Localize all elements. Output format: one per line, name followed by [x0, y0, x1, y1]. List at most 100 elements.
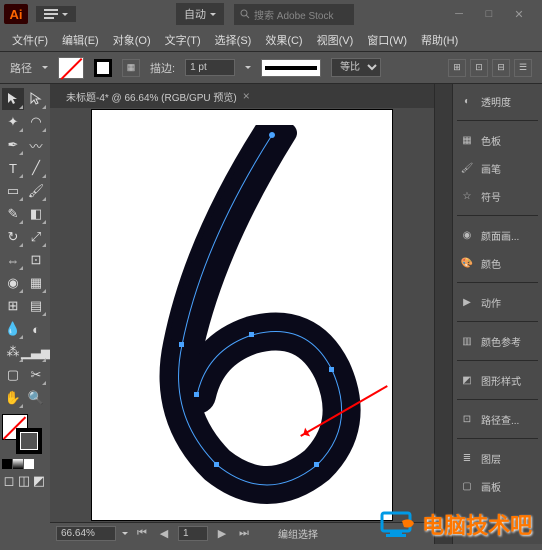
selection-tool[interactable]	[2, 88, 24, 110]
canvas-viewport[interactable]	[50, 108, 434, 522]
transparency-icon: ◐	[459, 93, 475, 109]
mesh-tool[interactable]: ⊞	[2, 295, 24, 317]
stroke-swatch[interactable]	[94, 59, 112, 77]
rectangle-tool[interactable]: ▭	[2, 180, 24, 202]
menu-help[interactable]: 帮助(H)	[415, 30, 464, 50]
menu-window[interactable]: 窗口(W)	[361, 30, 413, 50]
rotate-tool[interactable]: ↻	[2, 226, 24, 248]
titlebar: Ai 自动 搜索 Adobe Stock ─ □ ✕	[0, 0, 542, 28]
pen-tool[interactable]: ✒	[2, 134, 24, 156]
panel-transparency[interactable]: ◐透明度	[457, 90, 538, 112]
document-tab[interactable]: 未标题-4* @ 66.64% (RGB/GPU 预览) ×	[58, 85, 258, 108]
menu-edit[interactable]: 编辑(E)	[56, 30, 105, 50]
zoom-input[interactable]	[56, 526, 116, 541]
panel-symbols[interactable]: ☆符号	[457, 185, 538, 207]
color-black-icon[interactable]	[2, 459, 12, 469]
gradient-tool[interactable]: ▤	[25, 295, 47, 317]
draw-normal-icon[interactable]: ◻	[2, 474, 16, 488]
layers-icon: ≣	[459, 450, 475, 466]
auto-label: 自动	[184, 6, 206, 22]
canvas-area: 未标题-4* @ 66.64% (RGB/GPU 预览) ×	[50, 84, 434, 544]
graph-tool[interactable]: ▁▃▅	[25, 341, 47, 363]
panel-swatches[interactable]: ▦色板	[457, 129, 538, 151]
menu-select[interactable]: 选择(S)	[209, 30, 258, 50]
first-artboard-icon[interactable]: ⏮	[134, 526, 150, 542]
panel-appearance[interactable]: ◉颜面画...	[457, 224, 538, 246]
maximize-button[interactable]: □	[478, 7, 500, 21]
stroke-unit-dropdown[interactable]	[245, 66, 251, 72]
search-stock[interactable]: 搜索 Adobe Stock	[234, 4, 354, 25]
panel-colorguide[interactable]: ▥颜色参考	[457, 330, 538, 352]
eraser-tool[interactable]: ◧	[25, 203, 47, 225]
options-menu-icon[interactable]: ☰	[514, 59, 532, 77]
scale-tool[interactable]: ⤢	[25, 226, 47, 248]
panel-label: 图形样式	[481, 373, 521, 388]
draw-behind-icon[interactable]: ◫	[17, 474, 31, 488]
panel-artboards[interactable]: ▢画板	[457, 475, 538, 497]
direct-selection-tool[interactable]	[25, 88, 47, 110]
blend-tool[interactable]: ◐	[25, 318, 47, 340]
stroke-profile-preview[interactable]	[261, 59, 321, 77]
menu-type[interactable]: 文字(T)	[159, 30, 207, 50]
menu-effect[interactable]: 效果(C)	[259, 30, 308, 50]
zoom-dropdown[interactable]	[122, 532, 128, 538]
hand-tool[interactable]: ✋	[2, 387, 24, 409]
draw-inside-icon[interactable]: ◩	[32, 474, 46, 488]
zoom-tool[interactable]: 🔍	[25, 387, 47, 409]
brushes-icon: 🖌	[459, 160, 475, 176]
scale-dropdown[interactable]: 等比	[331, 58, 381, 77]
stroke-options-icon[interactable]: ▦	[122, 59, 140, 77]
stroke-color-icon[interactable]	[16, 428, 42, 454]
tab-close-icon[interactable]: ×	[243, 89, 250, 103]
eyedropper-tool[interactable]: 💧	[2, 318, 24, 340]
align-icon[interactable]: ⊞	[448, 59, 466, 77]
magic-wand-tool[interactable]: ✦	[2, 111, 24, 133]
shape-builder-tool[interactable]: ◉	[2, 272, 24, 294]
menu-object[interactable]: 对象(O)	[107, 30, 157, 50]
artwork-number-6[interactable]	[122, 125, 362, 505]
path-dropdown[interactable]	[42, 66, 48, 72]
panel-label: 动作	[481, 295, 501, 310]
perspective-tool[interactable]: ▦	[25, 272, 47, 294]
artboard-number-input[interactable]	[178, 526, 208, 541]
last-artboard-icon[interactable]: ⏭	[236, 526, 252, 542]
panel-color[interactable]: 🎨颜色	[457, 252, 538, 274]
line-tool[interactable]: ╱	[25, 157, 47, 179]
close-button[interactable]: ✕	[508, 7, 530, 21]
isolate-icon[interactable]: ⊟	[492, 59, 510, 77]
lasso-tool[interactable]: ◠	[25, 111, 47, 133]
panel-actions[interactable]: ▶动作	[457, 291, 538, 313]
panel-collapse-strip[interactable]	[434, 84, 452, 544]
panel-layers[interactable]: ≣图层	[457, 447, 538, 469]
paintbrush-tool[interactable]: 🖌	[25, 180, 47, 202]
next-artboard-icon[interactable]: ▶	[214, 526, 230, 542]
prev-artboard-icon[interactable]: ◀	[156, 526, 172, 542]
workspace-dropdown[interactable]	[36, 6, 76, 22]
stroke-weight-input[interactable]	[185, 59, 235, 76]
panel-graphic-styles[interactable]: ◩图形样式	[457, 369, 538, 391]
curvature-tool[interactable]: 〰	[25, 134, 47, 156]
artboard[interactable]	[92, 110, 392, 520]
fill-stroke-control[interactable]	[2, 414, 46, 454]
watermark-text: 电脑技术吧	[422, 508, 532, 540]
minimize-button[interactable]: ─	[448, 7, 470, 21]
fill-swatch[interactable]	[58, 57, 84, 79]
menu-view[interactable]: 视图(V)	[311, 30, 360, 50]
workspace: ✦◠ ✒〰 T╱ ▭🖌 ✎◧ ↻⤢ ⇔⊡ ◉▦ ⊞▤ 💧◐ ⁂▁▃▅ ▢✂ ✋🔍…	[0, 84, 542, 544]
shaper-tool[interactable]: ✎	[2, 203, 24, 225]
transform-icon[interactable]: ⊡	[470, 59, 488, 77]
artboard-tool[interactable]: ▢	[2, 364, 24, 386]
slice-tool[interactable]: ✂	[25, 364, 47, 386]
free-transform-tool[interactable]: ⊡	[25, 249, 47, 271]
type-tool[interactable]: T	[2, 157, 24, 179]
menu-file[interactable]: 文件(F)	[6, 30, 54, 50]
menubar: 文件(F) 编辑(E) 对象(O) 文字(T) 选择(S) 效果(C) 视图(V…	[0, 28, 542, 52]
gradient-icon[interactable]	[13, 459, 23, 469]
statusbar: ⏮ ◀ ▶ ⏭ 编组选择	[50, 522, 434, 544]
panel-brushes[interactable]: 🖌画笔	[457, 157, 538, 179]
none-icon[interactable]	[24, 459, 34, 469]
app-logo: Ai	[4, 4, 28, 24]
panel-pathfinder[interactable]: ⊡路径查...	[457, 408, 538, 430]
width-tool[interactable]: ⇔	[2, 249, 24, 271]
arrange-dropdown[interactable]: 自动	[176, 3, 224, 25]
